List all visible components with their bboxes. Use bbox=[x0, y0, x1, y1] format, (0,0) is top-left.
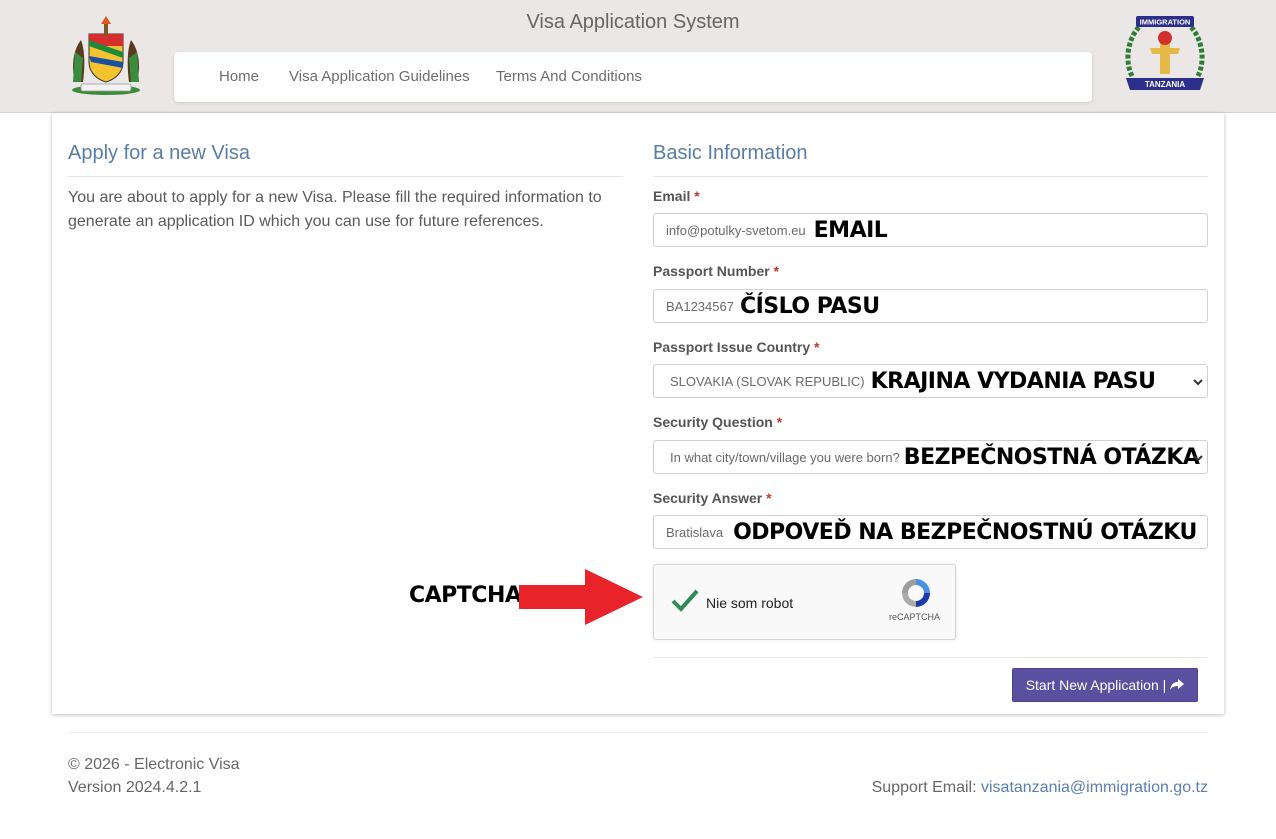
security-answer-value: Bratislava bbox=[666, 524, 724, 540]
version-text: Version 2024.4.2.1 bbox=[68, 779, 202, 796]
passport-country-annotation: KRAJINA VYDANIA PASU bbox=[870, 368, 1156, 394]
support-email-line: Support Email: visatanzania@immigration.… bbox=[872, 779, 1208, 797]
security-question-label: Security Question * bbox=[653, 414, 783, 430]
recaptcha-logo-icon bbox=[902, 579, 930, 607]
form-divider bbox=[653, 657, 1208, 658]
red-arrow-icon bbox=[519, 569, 643, 625]
email-value: info@potulky-svetom.eu bbox=[666, 222, 806, 238]
checkmark-icon bbox=[671, 589, 699, 612]
basic-info-title: Basic Information bbox=[653, 142, 808, 164]
chevron-down-icon bbox=[1193, 455, 1203, 462]
email-label: Email * bbox=[653, 188, 700, 204]
security-answer-label: Security Answer * bbox=[653, 490, 772, 506]
recaptcha-label: Nie som robot bbox=[706, 595, 794, 611]
chevron-down-icon bbox=[1193, 379, 1203, 386]
security-question-select[interactable]: In what city/town/village you were born?… bbox=[653, 440, 1208, 474]
passport-number-value: BA1234567 bbox=[666, 298, 734, 314]
support-email-label: Support Email: bbox=[871, 779, 977, 796]
passport-number-field[interactable]: BA1234567 ČÍSLO PASU bbox=[653, 289, 1208, 323]
email-field[interactable]: info@potulky-svetom.eu EMAIL bbox=[653, 213, 1208, 247]
immigration-logo-top-text: IMMIGRATION bbox=[1140, 18, 1191, 27]
passport-country-label: Passport Issue Country * bbox=[653, 339, 820, 355]
apply-title: Apply for a new Visa bbox=[68, 142, 250, 164]
passport-country-select[interactable]: SLOVAKIA (SLOVAK REPUBLIC) KRAJINA VYDAN… bbox=[653, 364, 1208, 398]
share-arrow-icon bbox=[1170, 679, 1185, 690]
right-divider bbox=[653, 176, 1208, 177]
security-answer-annotation: ODPOVEĎ NA BEZPEČNOSTNÚ OTÁZKU bbox=[733, 519, 1197, 545]
support-email-link[interactable]: visatanzania@immigration.go.tz bbox=[981, 779, 1208, 796]
security-question-value: In what city/town/village you were born? bbox=[670, 449, 900, 465]
captcha-annotation: CAPTCHA bbox=[409, 583, 522, 608]
footer-divider bbox=[68, 732, 1208, 733]
passport-number-label: Passport Number * bbox=[653, 263, 780, 279]
recaptcha-widget[interactable]: Nie som robot reCAPTCHA bbox=[653, 564, 956, 640]
start-new-application-label: Start New Application | bbox=[1025, 677, 1167, 693]
start-new-application-button[interactable]: Start New Application | bbox=[1012, 668, 1198, 702]
recaptcha-brand: reCAPTCHA bbox=[889, 612, 941, 622]
passport-country-value: SLOVAKIA (SLOVAK REPUBLIC) bbox=[670, 373, 865, 389]
email-annotation: EMAIL bbox=[813, 217, 888, 243]
nav-terms-conditions[interactable]: Terms And Conditions bbox=[496, 68, 642, 85]
main-navbar: Home Visa Application Guidelines Terms A… bbox=[174, 52, 1092, 102]
left-divider bbox=[68, 176, 623, 177]
nav-home[interactable]: Home bbox=[219, 68, 259, 85]
site-header: Visa Application System Home Visa Applic… bbox=[0, 0, 1276, 113]
copyright-text: © 2026 - Electronic Visa bbox=[68, 756, 240, 773]
immigration-logo: IMMIGRATION TANZANIA bbox=[1125, 16, 1205, 90]
security-question-annotation: BEZPEČNOSTNÁ OTÁZKA bbox=[903, 444, 1200, 470]
passport-number-annotation: ČÍSLO PASU bbox=[739, 293, 880, 319]
nav-visa-guidelines[interactable]: Visa Application Guidelines bbox=[289, 68, 470, 85]
intro-text: You are about to apply for a new Visa. P… bbox=[68, 189, 602, 230]
immigration-logo-bottom-text: TANZANIA bbox=[1145, 80, 1186, 89]
site-title: Visa Application System bbox=[526, 11, 740, 33]
security-answer-field[interactable]: Bratislava ODPOVEĎ NA BEZPEČNOSTNÚ OTÁZK… bbox=[653, 515, 1208, 549]
